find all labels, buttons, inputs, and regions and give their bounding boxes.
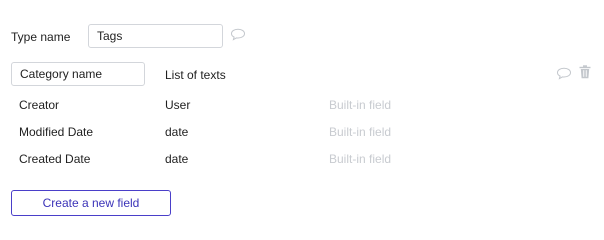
- built-in-label: Built-in field: [329, 152, 392, 166]
- trash-icon[interactable]: [579, 65, 591, 79]
- field-type: date: [165, 152, 189, 166]
- field-name: Creator: [19, 98, 60, 112]
- create-new-field-button[interactable]: Create a new field: [11, 190, 171, 216]
- built-in-label: Built-in field: [329, 98, 392, 112]
- field-name-input[interactable]: Category name: [11, 62, 145, 86]
- field-name: Created Date: [19, 152, 91, 166]
- field-name: Modified Date: [19, 125, 94, 139]
- field-type: User: [165, 98, 191, 112]
- field-type: date: [165, 125, 189, 139]
- type-name-label: Type name: [11, 30, 71, 44]
- comment-icon[interactable]: [230, 28, 246, 41]
- comment-icon[interactable]: [556, 67, 572, 80]
- type-name-input[interactable]: Tags: [88, 24, 223, 48]
- field-type[interactable]: List of texts: [165, 68, 226, 82]
- built-in-label: Built-in field: [329, 125, 392, 139]
